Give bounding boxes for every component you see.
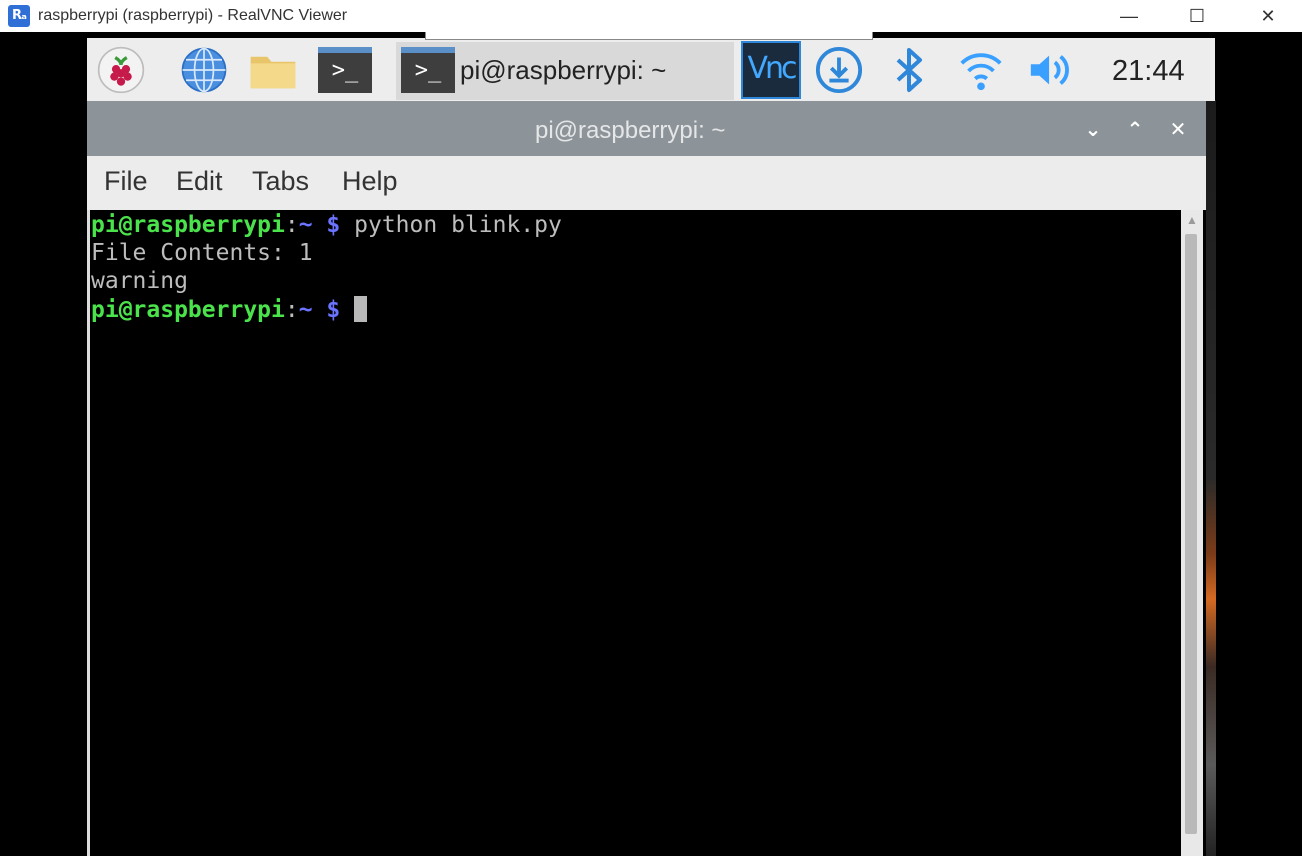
wifi-icon[interactable] bbox=[957, 46, 1005, 94]
scrollbar-thumb[interactable] bbox=[1185, 234, 1197, 834]
file-manager-icon[interactable] bbox=[249, 46, 297, 94]
terminal-line-prompt: pi@raspberrypi:~ $ bbox=[91, 296, 368, 324]
vnc-icon[interactable]: Vnc bbox=[741, 40, 801, 100]
bluetooth-icon[interactable] bbox=[885, 46, 933, 94]
menu-help[interactable]: Help bbox=[342, 166, 398, 197]
web-browser-icon[interactable] bbox=[180, 46, 228, 94]
menu-edit[interactable]: Edit bbox=[176, 166, 223, 197]
prompt-colon: : bbox=[284, 297, 299, 323]
volume-icon[interactable] bbox=[1027, 46, 1075, 94]
terminal-line-command: pi@raspberrypi:~ $ python blink.py bbox=[91, 211, 562, 239]
terminal-line-output: File Contents: 1 bbox=[91, 240, 313, 266]
download-icon[interactable] bbox=[815, 46, 863, 94]
taskbar-clock[interactable]: 21:44 bbox=[1112, 55, 1185, 88]
terminal-close-button[interactable]: ✕ bbox=[1166, 118, 1190, 140]
task-terminal-label: pi@raspberrypi: ~ bbox=[460, 55, 667, 85]
text-cursor bbox=[354, 296, 368, 322]
terminal-launcher-icon[interactable]: >_ bbox=[317, 46, 373, 94]
terminal-maximize-button[interactable]: ⌃ bbox=[1123, 118, 1147, 140]
prompt-path: ~ $ bbox=[298, 212, 341, 238]
desktop-wallpaper-edge bbox=[1206, 100, 1216, 856]
terminal-window-title: pi@raspberrypi: ~ bbox=[535, 117, 726, 144]
scroll-up-arrow-icon[interactable]: ▲ bbox=[1183, 211, 1201, 229]
viewer-maximize-button[interactable]: ☐ bbox=[1174, 0, 1220, 32]
viewer-titlebar: Rₐ raspberrypi (raspberrypi) - RealVNC V… bbox=[0, 0, 1302, 32]
raspberry-menu-icon[interactable] bbox=[97, 46, 145, 94]
task-terminal-icon: >_ bbox=[400, 46, 456, 94]
viewer-close-button[interactable]: ✕ bbox=[1245, 0, 1291, 32]
terminal-minimize-button[interactable]: ⌄ bbox=[1081, 118, 1105, 140]
terminal-line-output: warning bbox=[91, 268, 188, 294]
viewer-window-title: raspberrypi (raspberrypi) - RealVNC View… bbox=[38, 7, 348, 24]
menu-tabs[interactable]: Tabs bbox=[252, 166, 309, 197]
realvnc-app-icon: Rₐ bbox=[8, 5, 30, 27]
prompt-path: ~ $ bbox=[298, 297, 341, 323]
command-text: python blink.py bbox=[354, 212, 562, 238]
tooltip-fragment bbox=[425, 32, 873, 40]
prompt-colon: : bbox=[284, 212, 299, 238]
menu-file[interactable]: File bbox=[104, 166, 148, 197]
prompt-user: pi@raspberrypi bbox=[91, 297, 285, 323]
viewer-minimize-button[interactable]: — bbox=[1106, 0, 1152, 32]
prompt-user: pi@raspberrypi bbox=[91, 212, 285, 238]
